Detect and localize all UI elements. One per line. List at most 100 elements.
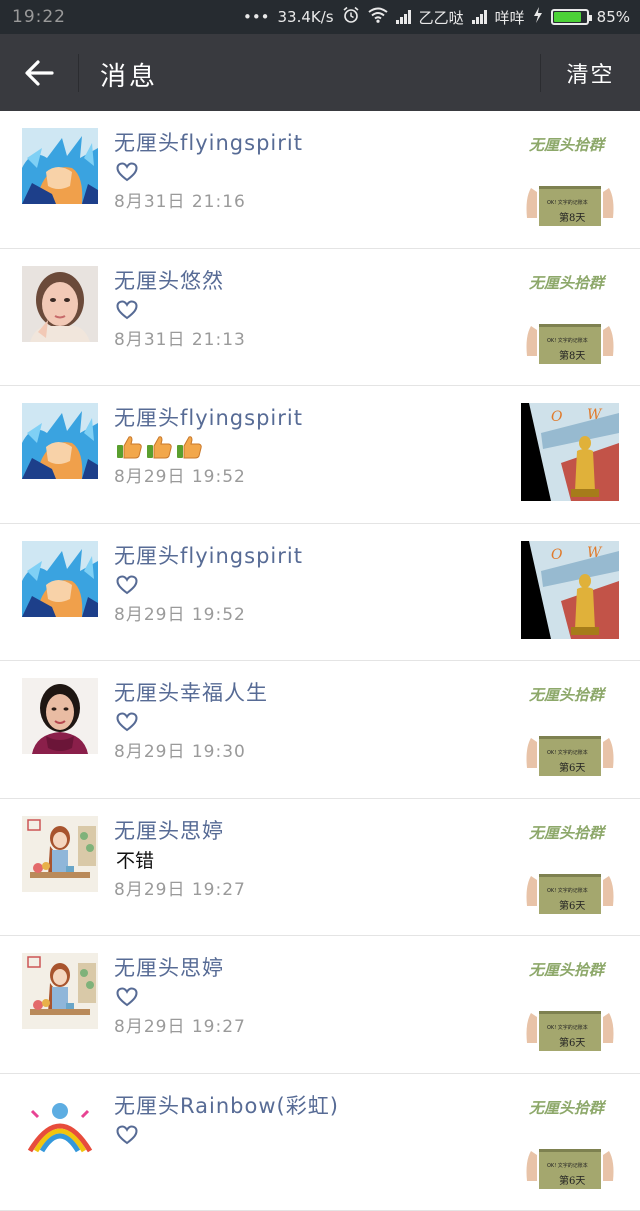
thumb-book-sub: OK! 文字的记账本 (547, 199, 588, 206)
message-list: 无厘头flyingspirit 8月31日 21:16 无厘头拾群 OK! 文字的记账… (0, 111, 640, 1211)
heart-icon (116, 162, 138, 182)
carrier-2: 咩咩 (495, 7, 525, 28)
network-speed: 33.4K/s (278, 8, 334, 26)
thumb-book-sub: OK! 文字的记账本 (547, 1024, 588, 1031)
back-arrow-icon (24, 59, 54, 87)
thumb-group-name: 无厘头拾群 (528, 824, 607, 842)
sender-name[interactable]: 无厘头思婷 (114, 952, 224, 982)
avatar[interactable] (22, 1091, 98, 1167)
message-content (116, 297, 138, 323)
battery-percent: 85% (597, 8, 630, 26)
message-time: 8月29日 19:27 (114, 875, 246, 900)
message-row[interactable]: 无厘头Rainbow(彩虹) 无厘头拾群 OK! 文字的记账本第6天 (0, 1074, 640, 1211)
post-thumbnail[interactable]: 无厘头拾群 OK! 文字的记账本第6天 (521, 816, 619, 914)
alarm-icon (342, 6, 360, 28)
thumbs-up-icon (116, 435, 143, 459)
avatar[interactable] (22, 403, 98, 479)
message-time: 8月31日 21:13 (114, 325, 246, 350)
thumbs-up-icon (176, 435, 203, 459)
header-divider-left (78, 54, 79, 92)
sender-name[interactable]: 无厘头flyingspirit (114, 540, 303, 570)
message-row[interactable]: 无厘头悠然 8月31日 21:13 无厘头拾群 OK! 文字的记账本第8天 (0, 249, 640, 387)
comment-text: 不错 (116, 846, 154, 873)
thumb-group-name: 无厘头拾群 (528, 274, 607, 292)
svg-text:W: W (587, 407, 603, 423)
message-time: 8月29日 19:52 (114, 462, 246, 487)
message-content (116, 709, 138, 735)
header-bar: 消息 清空 (0, 34, 640, 111)
charging-icon (533, 7, 543, 27)
message-row[interactable]: 无厘头flyingspirit 8月31日 21:16 无厘头拾群 OK! 文字的记账… (0, 111, 640, 249)
sender-name[interactable]: 无厘头flyingspirit (114, 127, 303, 157)
sender-name[interactable]: 无厘头flyingspirit (114, 402, 303, 432)
message-time: 8月29日 19:30 (114, 737, 246, 762)
sender-name[interactable]: 无厘头幸福人生 (114, 677, 268, 707)
avatar[interactable] (22, 816, 98, 892)
battery-icon (551, 9, 589, 25)
carrier-1: 乙乙哒 (419, 7, 464, 28)
thumb-book-sub: OK! 文字的记账本 (547, 887, 588, 894)
thumb-day-label: 第8天 (559, 211, 585, 224)
message-time: 8月29日 19:27 (114, 1012, 246, 1037)
message-row[interactable]: 无厘头flyingspirit8月29日 19:52OW (0, 524, 640, 662)
post-thumbnail[interactable]: 无厘头拾群 OK! 文字的记账本第6天 (521, 1091, 619, 1189)
wifi-icon (368, 7, 388, 27)
avatar[interactable] (22, 541, 98, 617)
battery-fill (554, 12, 581, 22)
thumbs-up-icon (146, 435, 173, 459)
message-content (116, 572, 138, 598)
back-button[interactable] (0, 34, 78, 111)
status-time: 19:22 (12, 7, 66, 27)
avatar[interactable] (22, 953, 98, 1029)
post-thumbnail[interactable]: OW (521, 403, 619, 501)
thumb-day-label: 第8天 (559, 349, 585, 362)
thumb-group-name: 无厘头拾群 (528, 1099, 607, 1117)
thumb-day-label: 第6天 (559, 1036, 585, 1049)
svg-text:O: O (551, 409, 563, 425)
sender-name[interactable]: 无厘头悠然 (114, 265, 224, 295)
heart-icon (116, 987, 138, 1007)
post-thumbnail[interactable]: 无厘头拾群 OK! 文字的记账本第8天 (521, 266, 619, 364)
message-content (116, 434, 206, 460)
thumb-group-name: 无厘头拾群 (528, 961, 607, 979)
message-row[interactable]: 无厘头思婷 8月29日 19:27 无厘头拾群 OK! 文字的记账本第6天 (0, 936, 640, 1074)
message-row[interactable]: 无厘头思婷不错8月29日 19:27 无厘头拾群 OK! 文字的记账本第6天 (0, 799, 640, 937)
avatar[interactable] (22, 678, 98, 754)
heart-icon (116, 300, 138, 320)
sender-name[interactable]: 无厘头思婷 (114, 815, 224, 845)
message-time: 8月29日 19:52 (114, 600, 246, 625)
avatar[interactable] (22, 128, 98, 204)
thumb-day-label: 第6天 (559, 761, 585, 774)
message-content (116, 984, 138, 1010)
svg-text:W: W (587, 545, 603, 561)
message-row[interactable]: 无厘头幸福人生 8月29日 19:30 无厘头拾群 OK! 文字的记账本第6天 (0, 661, 640, 799)
post-thumbnail[interactable]: OW (521, 541, 619, 639)
message-content (116, 159, 138, 185)
status-bar: 19:22 ••• 33.4K/s 乙乙哒 咩咩 85% (0, 0, 640, 34)
svg-text:O: O (551, 547, 563, 563)
thumb-group-name: 无厘头拾群 (528, 136, 607, 154)
message-row[interactable]: 无厘头flyingspirit8月29日 19:52OW (0, 386, 640, 524)
signal-icon-2 (472, 10, 487, 24)
message-time: 8月31日 21:16 (114, 187, 246, 212)
sender-name[interactable]: 无厘头Rainbow(彩虹) (114, 1090, 339, 1120)
status-right: ••• 33.4K/s 乙乙哒 咩咩 85% (243, 6, 630, 28)
thumb-day-label: 第6天 (559, 899, 585, 912)
message-content (116, 1122, 138, 1148)
thumb-book-sub: OK! 文字的记账本 (547, 1162, 588, 1169)
thumb-day-label: 第6天 (559, 1174, 585, 1187)
heart-icon (116, 575, 138, 595)
thumb-group-name: 无厘头拾群 (528, 686, 607, 704)
thumb-book-sub: OK! 文字的记账本 (547, 749, 588, 756)
status-dots: ••• (243, 8, 270, 26)
signal-icon-1 (396, 10, 411, 24)
thumb-book-sub: OK! 文字的记账本 (547, 337, 588, 344)
post-thumbnail[interactable]: 无厘头拾群 OK! 文字的记账本第6天 (521, 678, 619, 776)
heart-icon (116, 1125, 138, 1145)
clear-button[interactable]: 清空 (541, 34, 640, 111)
post-thumbnail[interactable]: 无厘头拾群 OK! 文字的记账本第6天 (521, 953, 619, 1051)
avatar[interactable] (22, 266, 98, 342)
heart-icon (116, 712, 138, 732)
post-thumbnail[interactable]: 无厘头拾群 OK! 文字的记账本第8天 (521, 128, 619, 226)
page-title: 消息 (100, 56, 158, 93)
